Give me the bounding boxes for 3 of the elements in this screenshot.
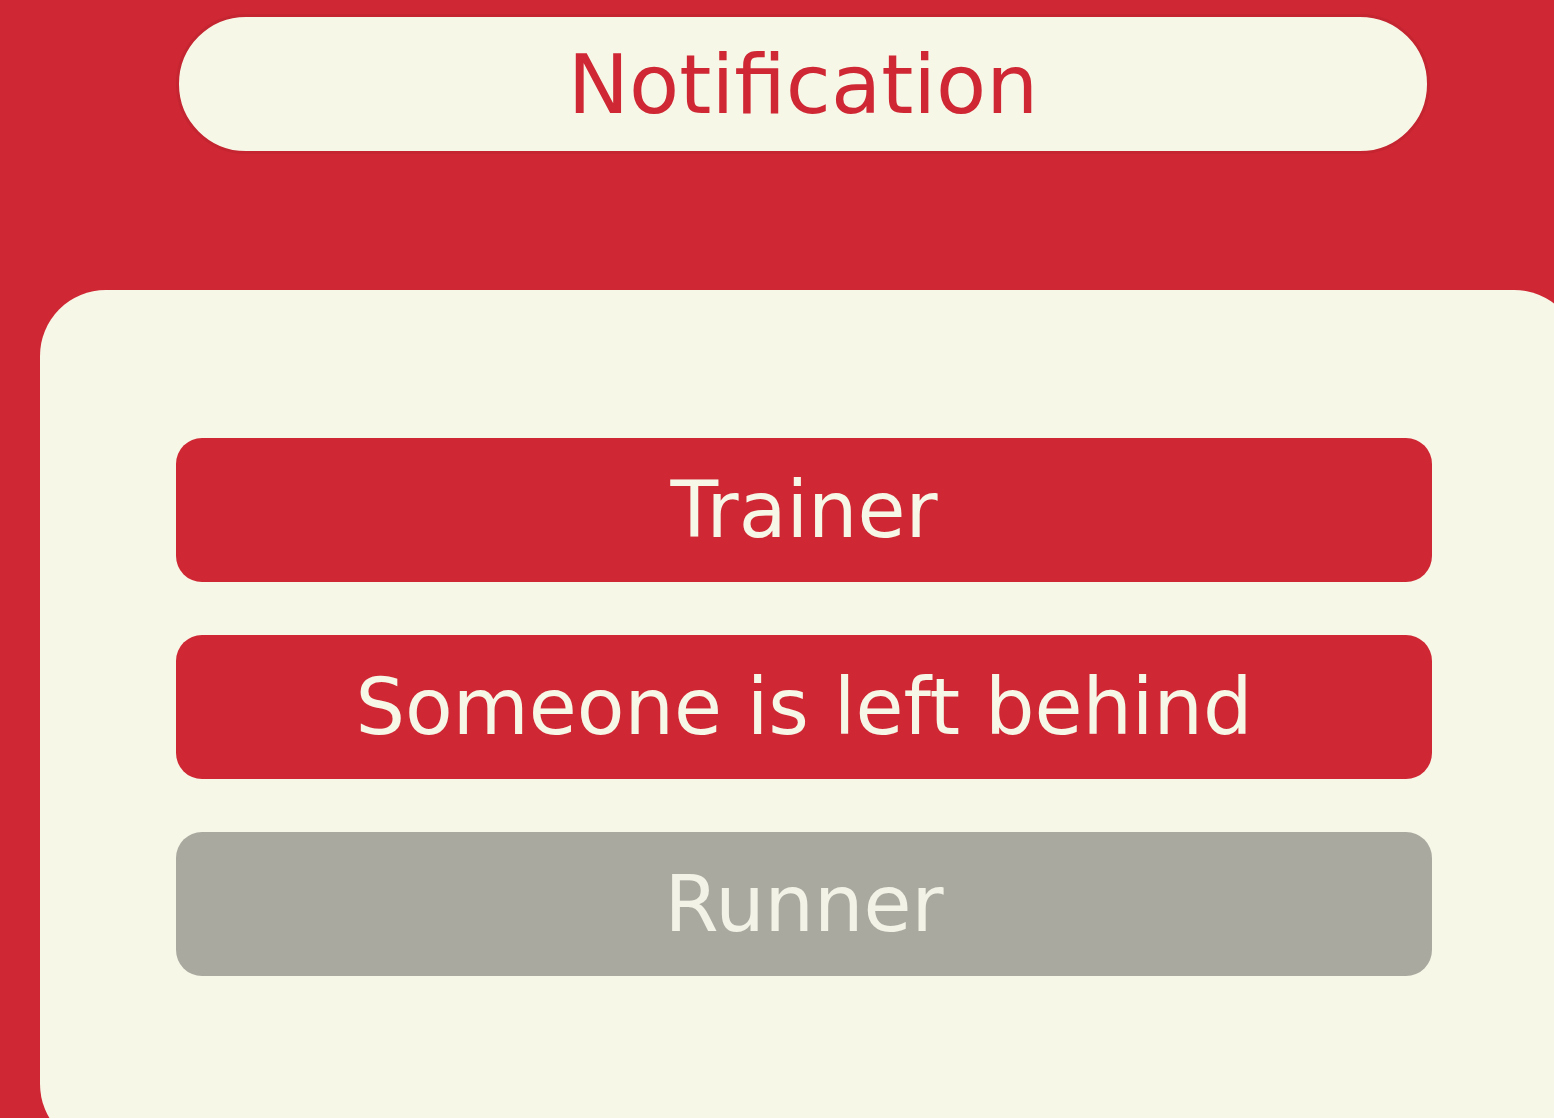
option-button[interactable]: Trainer <box>176 438 1432 582</box>
option-button[interactable]: Someone is left behind <box>176 635 1432 779</box>
notification-title: Notification <box>176 14 1430 154</box>
